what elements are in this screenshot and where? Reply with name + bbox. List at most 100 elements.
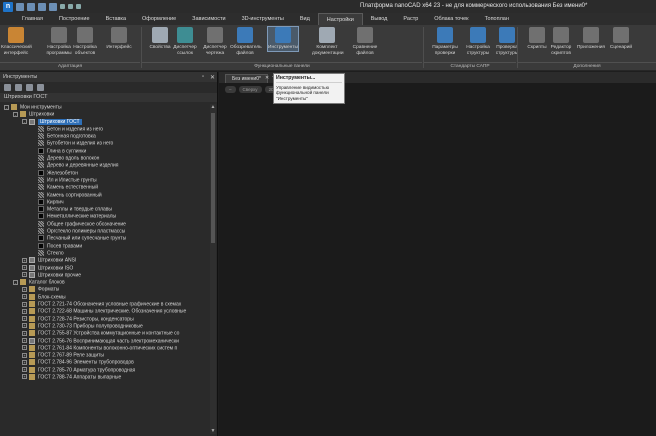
tab-7[interactable]: Настройки [317,13,363,25]
ribbon-button-6[interactable]: Диспетчер чертежа [200,27,230,56]
tree-item[interactable]: + ГОСТ 2.721-74 Обозначения условные граф… [0,301,217,308]
ribbon-button-12[interactable]: Настройка структуры [463,27,493,56]
ribbon-button-9[interactable]: Комплект документации [312,27,344,56]
expand-icon[interactable]: + [22,338,27,343]
tree-item[interactable]: Неметаллические материалы [0,213,217,220]
tree-scrollbar[interactable]: ▲ ▼ [210,104,216,434]
tree-item[interactable]: Дерево вдоль волокон [0,155,217,162]
close-icon[interactable]: ✕ [210,74,215,81]
drawing-area[interactable]: Без имени0* ✕ + – Сверху 2D-каркас Инстр… [219,72,656,436]
save-icon[interactable] [38,2,46,11]
save-as-icon[interactable] [49,2,57,11]
help-icon[interactable] [37,84,44,91]
pin-icon[interactable]: ▫ [202,74,204,80]
app-logo[interactable]: n [3,1,13,12]
tab-10[interactable]: Облака точек [426,13,476,25]
tree-item[interactable]: + ГОСТ 2.767-89 Реле защиты [0,352,217,359]
expand-icon[interactable]: + [22,345,27,351]
scroll-thumb[interactable] [211,113,215,243]
tree-item[interactable]: Стекло [0,249,217,257]
tree-item[interactable]: - Штриховки [0,111,217,118]
collapse-icon[interactable]: - [13,111,18,117]
ribbon-button-0[interactable]: Классический интерфейс [1,27,32,56]
expand-icon[interactable]: + [22,294,27,300]
viewport-minimize[interactable]: – [225,86,236,93]
expand-icon[interactable]: + [22,367,27,373]
expand-icon[interactable]: + [22,301,27,307]
tree-item[interactable]: Дерево и деревянные изделия [0,162,217,169]
tree-item[interactable]: + Блок-схемы [0,293,217,301]
filter-icon[interactable] [15,84,22,91]
settings-icon[interactable] [26,84,33,91]
tree-item[interactable]: Бетонная подготовка [0,133,217,140]
tree-item[interactable]: Камень сортированный [0,191,217,199]
tree-item[interactable]: + ГОСТ 2.728-74 Резисторы, конденсаторы [0,315,217,323]
close-tab-icon[interactable]: ✕ [265,75,269,81]
expand-icon[interactable]: + [22,323,27,329]
tree-item[interactable]: Металлы и твердые сплавы [0,206,217,213]
tree-item[interactable]: + Штриховки прочие [0,271,217,279]
expand-icon[interactable]: + [22,286,27,292]
expand-icon[interactable]: + [22,352,27,358]
tab-5[interactable]: 3D-инструменты [234,13,292,25]
tab-3[interactable]: Оформление [134,13,184,25]
ribbon-button-2[interactable]: Настройка объектов [70,27,100,56]
tree-item[interactable]: + Штриховки ISO [0,264,217,272]
tab-1[interactable]: Построение [51,13,98,25]
tree-item[interactable]: - Каталог блоков [0,279,217,286]
collapse-icon[interactable]: - [4,104,9,110]
expand-icon[interactable]: + [22,272,27,278]
tree-item[interactable]: Кирпич [0,198,217,206]
ribbon-button-3[interactable]: Интерфейс [104,27,134,51]
ribbon-button-15[interactable]: Редактор скриптов [546,27,576,56]
tab-4[interactable]: Зависимости [184,13,233,25]
tree-item[interactable]: Железобетон [0,169,217,177]
document-tab[interactable]: Без имени0* [225,74,268,83]
ribbon-button-8[interactable]: Инструменты [267,26,299,52]
tree-item[interactable]: + ГОСТ 2.761-84 Компоненты волоконно-опти… [0,344,217,352]
undo-icon[interactable] [60,4,65,9]
ribbon-button-17[interactable]: Сценарий [606,27,636,51]
tree-item[interactable]: - Мои инструменты [0,104,217,111]
tab-11[interactable]: Топоплан [477,13,517,25]
tree-item[interactable]: Бутобетон и изделия из него [0,140,217,147]
tree-item[interactable]: Общее графическое обозначение [0,220,217,228]
tab-2[interactable]: Вставка [98,13,134,25]
tree-item[interactable]: Ил и Илистые грунты [0,176,217,184]
tree-item[interactable]: + ГОСТ 2.785-70 Арматура трубопроводная [0,366,217,374]
tree-item[interactable]: Посев травами [0,242,217,250]
expand-icon[interactable]: + [22,308,27,314]
collapse-icon[interactable]: - [13,279,18,285]
tree-item[interactable]: Камень естественный [0,184,217,191]
tree-item[interactable]: + ГОСТ 2.730-73 Приборы полупроводниковые [0,322,217,330]
ribbon-button-5[interactable]: Диспетчер ссылок [170,27,200,56]
ribbon-button-7[interactable]: Обозреватель файлов [230,27,262,56]
tab-9[interactable]: Растр [395,13,426,25]
print-icon[interactable] [76,4,81,9]
tree-item[interactable]: + ГОСТ 2.722-68 Машины электрические. Обо… [0,308,217,315]
tree-view-icon[interactable] [4,84,11,91]
expand-icon[interactable]: + [22,257,27,263]
viewport-view[interactable]: Сверху [238,86,262,93]
ribbon-button-16[interactable]: Приложения [576,27,606,51]
tree-item[interactable]: + Форматы [0,286,217,293]
new-file-icon[interactable] [16,2,24,11]
collapse-icon[interactable]: - [22,119,27,125]
tab-8[interactable]: Вывод [363,13,396,25]
scroll-up-icon[interactable]: ▲ [210,104,216,110]
tree-item[interactable]: + ГОСТ 2.756-76 Воспринимающая часть элек… [0,337,217,345]
tree-item[interactable]: + Штриховки ANSI [0,257,217,264]
redo-icon[interactable] [68,4,73,9]
scroll-down-icon[interactable]: ▼ [210,428,216,434]
open-file-icon[interactable] [27,2,35,11]
tab-0[interactable]: Главная [14,13,51,25]
tree-item[interactable]: + ГОСТ 2.784-96 Элементы трубопроводов [0,359,217,366]
tree-item[interactable]: + ГОСТ 2.755-87 Устройства коммутационные… [0,330,217,337]
expand-icon[interactable]: + [22,265,27,271]
tree-item[interactable]: - Штриховки ГОСТ [0,118,217,126]
tree-item[interactable]: + ГОСТ 2.788-74 Аппараты выпарные [0,373,217,381]
tab-6[interactable]: Вид [292,13,318,25]
tree-item[interactable]: Оргстекло полимеры пластмассы [0,228,217,235]
tree-item[interactable]: Глина в суглинки [0,147,217,155]
expand-icon[interactable]: + [22,316,27,322]
